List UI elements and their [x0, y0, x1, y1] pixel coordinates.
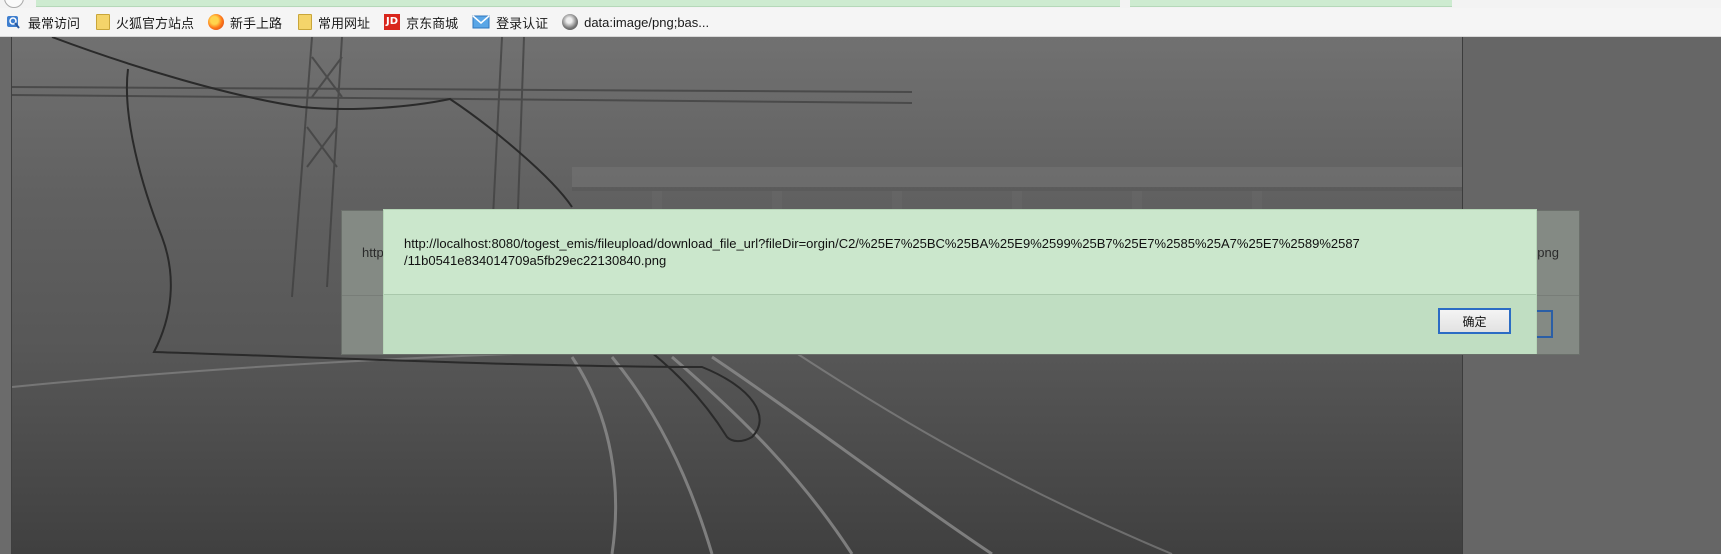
- alert-footer: 确定: [384, 294, 1536, 354]
- bookmark-label: 京东商城: [406, 15, 459, 31]
- bookmark-label: 最常访问: [28, 15, 81, 31]
- mail-icon: [472, 15, 490, 29]
- bookmark-common-sites[interactable]: 常用网址: [292, 8, 380, 36]
- bookmarks-toolbar: 最常访问 火狐官方站点 新手上路 常用网址 JD 京东商城 登录认证 data:…: [0, 8, 1721, 37]
- firefox-icon: [208, 14, 225, 30]
- bookmark-getting-started[interactable]: 新手上路: [204, 8, 292, 36]
- bookmark-label: 新手上路: [230, 15, 283, 31]
- alert-shell-text-left: http: [362, 245, 384, 260]
- bookmark-firefox-official[interactable]: 火狐官方站点: [90, 8, 204, 36]
- alert-message-line-1: http://localhost:8080/togest_emis/fileup…: [404, 236, 1360, 251]
- ok-button[interactable]: 确定: [1438, 308, 1511, 334]
- alert-dialog: http://localhost:8080/togest_emis/fileup…: [384, 210, 1536, 354]
- folder-icon: [298, 14, 313, 30]
- search-bar[interactable]: [1130, 0, 1452, 7]
- bookmark-frequently-visited[interactable]: 最常访问: [0, 8, 90, 36]
- alert-message-line-2: /11b0541e834014709a5fb29ec22130840.png: [404, 253, 667, 268]
- address-bar[interactable]: [36, 0, 1120, 7]
- bookmark-label: 登录认证: [496, 15, 549, 31]
- folder-icon: [96, 14, 111, 30]
- bookmark-label: 火狐官方站点: [116, 15, 195, 31]
- frequently-visited-icon: [6, 14, 22, 30]
- bookmark-label: 常用网址: [318, 15, 371, 31]
- bookmark-label: data:image/png;bas...: [584, 14, 710, 30]
- bookmark-jd[interactable]: JD 京东商城: [380, 8, 468, 36]
- alert-shell-text-right: png: [1537, 245, 1559, 260]
- alert-message: http://localhost:8080/togest_emis/fileup…: [404, 235, 1504, 269]
- bookmark-data-image[interactable]: data:image/png;bas...: [558, 8, 719, 36]
- bookmark-login-auth[interactable]: 登录认证: [468, 8, 558, 36]
- browser-top-strip: [0, 0, 1721, 8]
- globe-icon: [562, 14, 579, 30]
- back-button[interactable]: [4, 0, 24, 8]
- jd-icon: JD: [384, 14, 401, 30]
